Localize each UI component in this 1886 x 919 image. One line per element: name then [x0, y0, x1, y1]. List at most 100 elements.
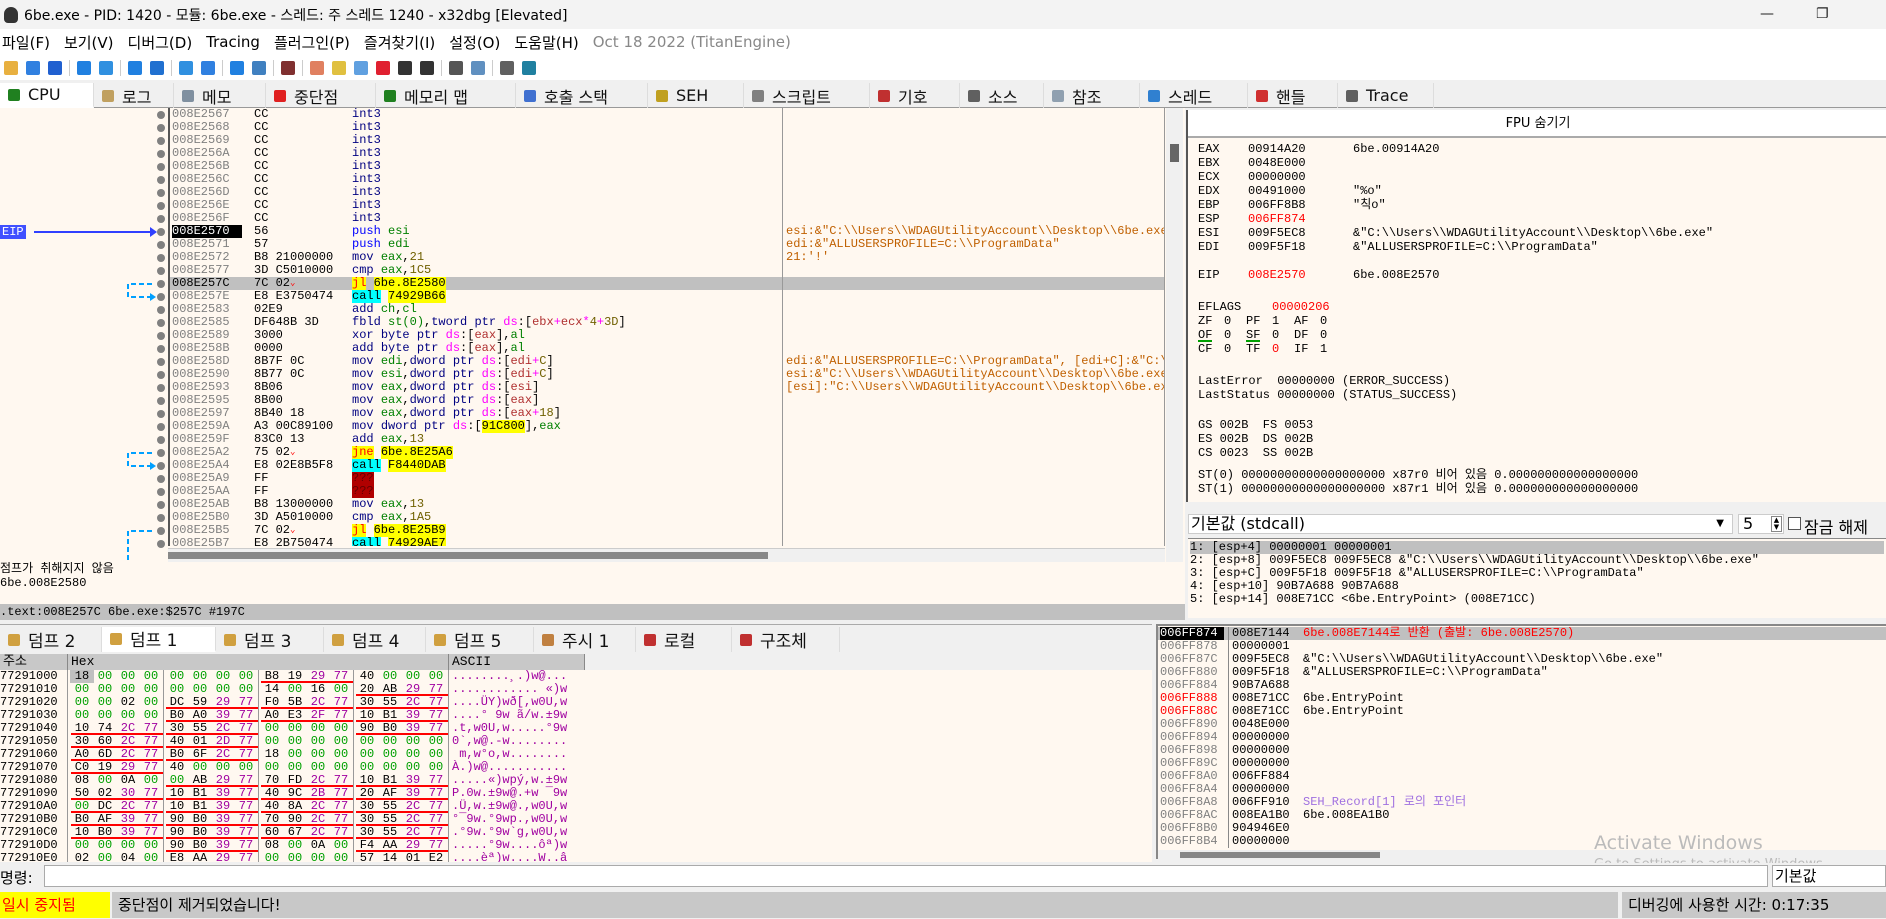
dump-row[interactable]: 772910E0 02 00 04 00 E8 AA 29 77 00 00 00 00 57 14 01 E2… — [0, 852, 1152, 862]
restart-icon[interactable] — [26, 60, 40, 75]
menu-item-2[interactable]: 디버그(D) — [128, 32, 193, 53]
tab-덤프-5[interactable]: 덤프 5 — [426, 627, 534, 652]
disasm-row[interactable]: 008E25AB B8 13000000 mov eax,13 — [170, 498, 1164, 511]
breakpoint-dot-icon[interactable] — [157, 280, 165, 288]
tab-호출-스택[interactable]: 호출 스택 — [516, 83, 648, 108]
disasm-row[interactable]: 008E256A CC int3 — [170, 147, 1164, 160]
breakpoint-dot-icon[interactable] — [157, 449, 165, 457]
breakpoint-dot-icon[interactable] — [157, 397, 165, 405]
tab-주시-1[interactable]: 주시 1 — [534, 627, 636, 652]
disasm-row[interactable]: 008E257C ⌄ 7C 02 jl 6be.8E2580 — [170, 277, 1164, 290]
disasm-row[interactable]: 008E2597 8B40 18 mov eax,dword ptr ds:[eax… — [170, 407, 1164, 420]
menu-item-6[interactable]: 설정(O) — [449, 32, 500, 53]
breakpoint-dot-icon[interactable] — [157, 332, 165, 340]
tab-중단점[interactable]: 중단점 — [266, 83, 376, 108]
breakpoint-dot-icon[interactable] — [157, 111, 165, 119]
disasm-row[interactable]: 008E2570 56 push esi esi:&"C:\\Users\\WDAGU… — [170, 225, 1164, 238]
breakpoint-dot-icon[interactable] — [157, 306, 165, 314]
breakpoint-dot-icon[interactable] — [157, 150, 165, 158]
hex-byte[interactable]: 00 — [260, 852, 284, 863]
register-value-eax[interactable]: 00914A20 — [1248, 142, 1306, 156]
tab-cpu[interactable]: CPU — [0, 83, 94, 108]
hex-byte[interactable]: 57 — [355, 852, 379, 863]
flag-value[interactable]: 1 — [1320, 342, 1327, 356]
disasm-row[interactable]: 008E2571 57 push edi edi:&"ALLUSERSPROFILE=… — [170, 238, 1164, 251]
scrollbar-thumb[interactable] — [1170, 144, 1179, 162]
hex-byte[interactable]: 01 — [401, 852, 425, 863]
hex-byte[interactable]: 14 — [378, 852, 402, 863]
menu-item-0[interactable]: 파일(F) — [2, 32, 50, 53]
disasm-row[interactable]: 008E256D CC int3 — [170, 186, 1164, 199]
breakpoint-dot-icon[interactable] — [157, 202, 165, 210]
register-value-esi[interactable]: 009F5EC8 — [1248, 226, 1306, 240]
hex-byte[interactable]: 77 — [234, 852, 258, 863]
disasm-row[interactable]: 008E25A2 ⌄ 75 02 jne 6be.8E25A6 — [170, 446, 1164, 459]
scylla-icon[interactable] — [281, 60, 295, 75]
tab-소스[interactable]: 소스 — [960, 83, 1044, 108]
disasm-row[interactable]: 008E2567 CC int3 — [170, 108, 1164, 121]
command-input[interactable] — [44, 865, 1768, 887]
hex-byte[interactable]: AA — [188, 852, 212, 863]
disasm-row[interactable]: 008E259A A3 00C89100 mov dword ptr ds:[91C… — [170, 420, 1164, 433]
flag-value[interactable]: 0 — [1224, 314, 1231, 328]
patch-icon[interactable] — [310, 60, 324, 75]
tab-trace[interactable]: Trace — [1338, 83, 1434, 108]
menu-item-3[interactable]: Tracing — [206, 33, 260, 51]
breakpoint-dot-icon[interactable] — [157, 267, 165, 275]
tab-메모[interactable]: 메모 — [174, 83, 266, 108]
breakpoint-dot-icon[interactable] — [157, 527, 165, 535]
step-into-icon[interactable] — [128, 60, 142, 75]
breakpoint-dot-icon[interactable] — [157, 293, 165, 301]
breakpoint-dot-icon[interactable] — [157, 345, 165, 353]
execute-till-return-icon[interactable] — [230, 60, 244, 75]
vertical-scrollbar[interactable] — [1166, 108, 1183, 562]
breakpoint-dot-icon[interactable] — [157, 436, 165, 444]
register-value-ebx[interactable]: 0048E000 — [1248, 156, 1306, 170]
pause-icon[interactable] — [99, 60, 113, 75]
breakpoint-dot-icon[interactable] — [157, 189, 165, 197]
flag-value[interactable]: 0 — [1320, 314, 1327, 328]
menu-item-5[interactable]: 즐겨찾기(I) — [364, 32, 435, 53]
breakpoint-dot-icon[interactable] — [157, 410, 165, 418]
hex-byte[interactable]: 00 — [283, 852, 307, 863]
breakpoint-dot-icon[interactable] — [157, 137, 165, 145]
disasm-row[interactable]: 008E25B0 3D A5010000 cmp eax,1A5 — [170, 511, 1164, 524]
hex-byte[interactable]: 00 — [93, 852, 117, 863]
tab-seh[interactable]: SEH — [648, 83, 744, 108]
calculator-icon[interactable] — [500, 60, 514, 75]
breakpoint-dot-icon[interactable] — [157, 371, 165, 379]
disasm-row[interactable]: 008E2569 CC int3 — [170, 134, 1164, 147]
hash-icon[interactable] — [420, 60, 434, 75]
disasm-row[interactable]: 008E2585 DF648B 3D fbld st(0),tword ptr ds… — [170, 316, 1164, 329]
breakpoint-dot-icon[interactable] — [157, 124, 165, 132]
breakpoint-dot-icon[interactable] — [157, 163, 165, 171]
disasm-row[interactable]: 008E256F CC int3 — [170, 212, 1164, 225]
tab-참조[interactable]: 참조 — [1044, 83, 1140, 108]
tab-덤프-2[interactable]: 덤프 2 — [0, 627, 102, 652]
step-over-icon[interactable] — [150, 60, 164, 75]
horizontal-scrollbar[interactable] — [168, 548, 1165, 562]
flag-value[interactable]: 0 — [1224, 328, 1231, 342]
register-value-edx[interactable]: 00491000 — [1248, 184, 1306, 198]
menu-item-1[interactable]: 보기(V) — [64, 32, 114, 53]
hex-byte[interactable]: 00 — [329, 852, 353, 863]
disasm-row[interactable]: 008E2589 3000 xor byte ptr ds:[eax],al — [170, 329, 1164, 342]
breakpoint-dot-icon[interactable] — [157, 462, 165, 470]
flag-value[interactable]: 0 — [1224, 342, 1231, 356]
hex-byte[interactable]: 04 — [116, 852, 140, 863]
disasm-row[interactable]: 008E2568 CC int3 — [170, 121, 1164, 134]
tab-스크립트[interactable]: 스크립트 — [744, 83, 870, 108]
functions-icon[interactable] — [398, 60, 412, 75]
labels-icon[interactable] — [354, 60, 368, 75]
tab-로컬[interactable]: 로컬 — [636, 627, 732, 652]
disasm-row[interactable]: 008E258D 8B7F 0C mov edi,dword ptr ds:[edi… — [170, 355, 1164, 368]
disasm-row[interactable]: 008E2577 3D C5010000 cmp eax,1C5 — [170, 264, 1164, 277]
flag-value[interactable]: 0 — [1320, 328, 1327, 342]
run-icon[interactable] — [77, 60, 91, 75]
register-value-ebp[interactable]: 006FF8B8 — [1248, 198, 1306, 212]
breakpoint-dot-icon[interactable] — [157, 540, 165, 548]
command-mode-select[interactable]: 기본값 — [1772, 865, 1886, 887]
disasm-row[interactable]: 008E2590 8B77 0C mov esi,dword ptr ds:[edi… — [170, 368, 1164, 381]
tab-스레드[interactable]: 스레드 — [1140, 83, 1248, 108]
breakpoint-column[interactable] — [0, 108, 168, 562]
